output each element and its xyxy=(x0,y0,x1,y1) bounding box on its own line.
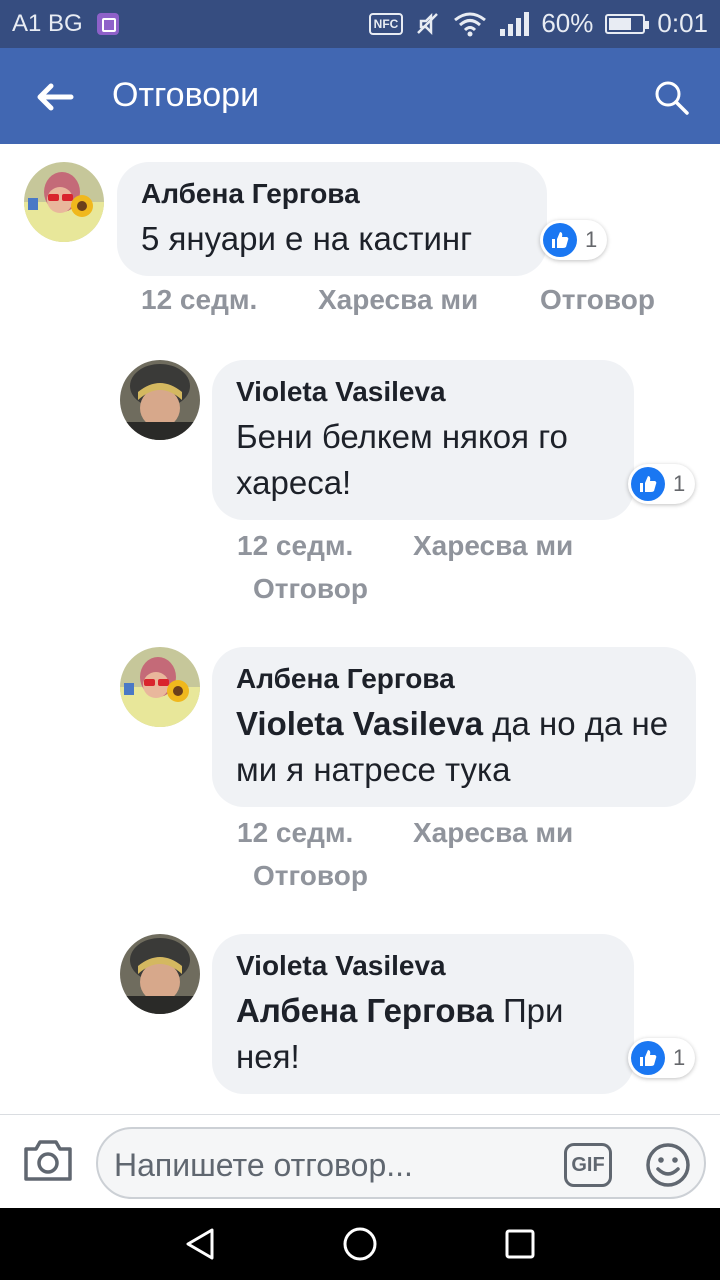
signal-icon xyxy=(500,11,530,36)
comment-bubble[interactable]: Violeta Vasileva Албена Гергова При нея! xyxy=(212,934,634,1094)
comment-text: Violeta Vasileva да но да не ми я натрес… xyxy=(236,705,669,788)
camera-button[interactable] xyxy=(22,1135,74,1185)
comment: Албена Гергова Violeta Vasileva да но да… xyxy=(0,641,720,891)
comment: Violeta Vasileva Бени белкем някоя го ха… xyxy=(0,354,720,604)
like-reaction-icon xyxy=(631,1041,665,1075)
mention-link[interactable]: Албена Гергова xyxy=(236,992,494,1029)
square-recents-icon xyxy=(505,1229,535,1259)
reaction-count[interactable]: 1 xyxy=(540,220,608,260)
comment-time: 12 седм. xyxy=(237,530,354,561)
nfc-icon: NFC xyxy=(368,12,404,35)
nav-recents-button[interactable] xyxy=(500,1224,540,1264)
like-reaction-icon xyxy=(543,223,577,257)
reply-button[interactable]: Отговор xyxy=(253,860,368,892)
circle-home-icon xyxy=(343,1227,377,1261)
back-button[interactable] xyxy=(30,74,80,120)
like-button[interactable]: Харесва ми xyxy=(413,817,573,849)
clock: 0:01 xyxy=(657,8,708,38)
comment-time: 12 седм. xyxy=(237,817,354,848)
avatar[interactable] xyxy=(24,162,104,242)
reply-composer: Напишете отговор... GIF xyxy=(0,1114,720,1208)
like-button[interactable]: Харесва ми xyxy=(318,284,478,316)
comment-time: 12 седм. xyxy=(141,284,258,315)
comment: Албена Гергова 5 януари е на кастинг 1 1… xyxy=(0,144,720,334)
battery-icon xyxy=(605,13,650,34)
comment-bubble[interactable]: Violeta Vasileva Бени белкем някоя го ха… xyxy=(212,360,634,520)
page-title: Отговори xyxy=(112,76,260,114)
avatar[interactable] xyxy=(120,934,200,1014)
reply-placeholder: Напишете отговор... xyxy=(114,1147,413,1183)
system-nav-bar xyxy=(0,1208,720,1280)
battery-percent: 60% xyxy=(541,8,594,38)
emoji-icon xyxy=(646,1143,690,1187)
gallery-notification-icon xyxy=(96,13,119,35)
reaction-count[interactable]: 1 xyxy=(628,464,696,504)
reply-button[interactable]: Отговор xyxy=(540,284,655,316)
search-icon xyxy=(655,81,689,115)
mute-icon xyxy=(417,12,439,35)
comment-actions: 12 седм. Харесва ми Отговор xyxy=(0,284,720,324)
avatar[interactable] xyxy=(120,360,200,440)
comment-author[interactable]: Албена Гергова xyxy=(236,663,672,695)
nav-home-button[interactable] xyxy=(340,1224,380,1264)
comment-text: Албена Гергова При нея! xyxy=(236,992,564,1075)
emoji-button[interactable] xyxy=(644,1141,692,1189)
search-button[interactable] xyxy=(650,76,694,120)
app-bar: Отговори xyxy=(0,48,720,144)
comment-author[interactable]: Violeta Vasileva xyxy=(236,950,610,982)
comment-author[interactable]: Violeta Vasileva xyxy=(236,376,610,408)
nav-back-button[interactable] xyxy=(180,1224,220,1264)
comment: Violeta Vasileva Албена Гергова При нея!… xyxy=(0,928,720,1114)
triangle-back-icon xyxy=(186,1228,214,1260)
comment-bubble[interactable]: Албена Гергова Violeta Vasileva да но да… xyxy=(212,647,696,807)
reaction-count[interactable]: 1 xyxy=(628,1038,696,1078)
comment-text: Бени белкем някоя го хареса! xyxy=(236,418,568,501)
comment-actions: 12 седм. Харесва ми Отговор xyxy=(0,817,720,907)
comment-actions: 12 седм. Харесва ми Отговор xyxy=(0,530,720,620)
avatar[interactable] xyxy=(120,647,200,727)
comment-bubble[interactable]: Албена Гергова 5 януари е на кастинг xyxy=(117,162,547,276)
back-arrow-icon xyxy=(37,83,74,111)
comment-list: Албена Гергова 5 януари е на кастинг 1 1… xyxy=(0,144,720,1114)
mention-link[interactable]: Violeta Vasileva xyxy=(236,705,483,742)
carrier-label: A1 BG xyxy=(12,10,83,37)
gif-button[interactable]: GIF xyxy=(564,1143,612,1187)
comment-author[interactable]: Албена Гергова xyxy=(141,178,523,210)
reply-button[interactable]: Отговор xyxy=(253,573,368,605)
reply-input[interactable]: Напишете отговор... GIF xyxy=(96,1127,706,1199)
comment-text: 5 януари е на кастинг xyxy=(141,220,473,257)
like-button[interactable]: Харесва ми xyxy=(413,530,573,562)
like-reaction-icon xyxy=(631,467,665,501)
status-bar: A1 BG NFC 60% 0:01 xyxy=(0,0,720,48)
wifi-icon xyxy=(454,12,487,36)
camera-icon xyxy=(24,1140,72,1181)
